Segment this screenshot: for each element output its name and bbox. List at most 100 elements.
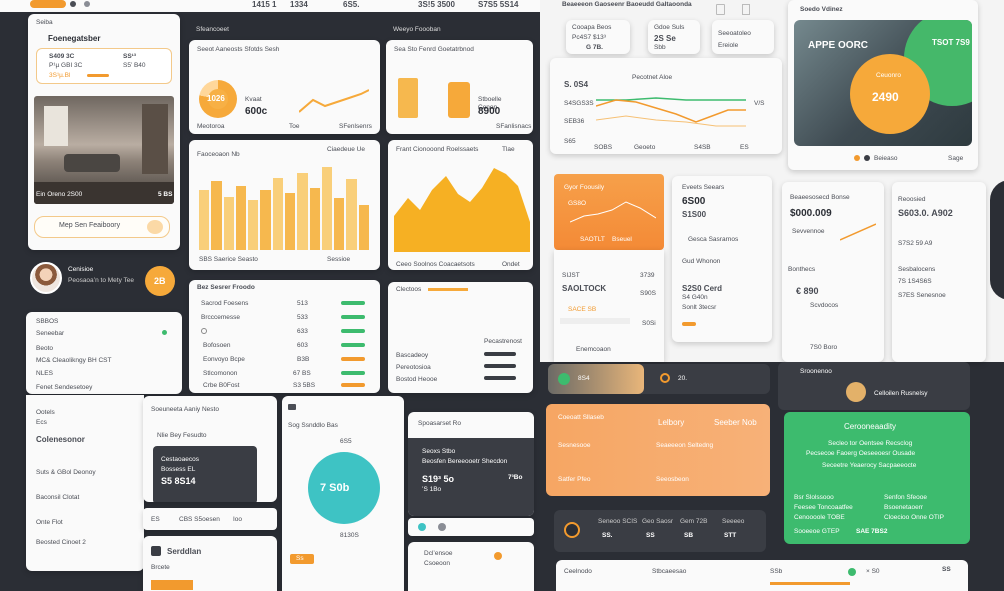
area-chart[interactable] <box>394 160 530 252</box>
orange-list-card: SIJST 3739 SAOLTOCK S90S SACE SB S0Si En… <box>554 250 664 362</box>
footer-label-3: SSb <box>770 568 783 575</box>
chip-row: ES CBS S5oesen Ioo <box>143 508 277 530</box>
orange-summary-2: Lelbory <box>658 418 685 427</box>
donut-card-title: Seeot Aaneosts Sfotds Sesh <box>197 46 280 53</box>
lower-item-6[interactable]: Beosted Cinoet 2 <box>36 539 86 546</box>
chip-1[interactable]: ES <box>151 516 160 523</box>
list-item-1[interactable]: Seneebar <box>36 330 64 337</box>
table-row-5-label: Stlcomonon <box>203 370 238 377</box>
stack-val-3: 8900 <box>478 106 501 117</box>
line-chart-right: V/S <box>754 100 765 107</box>
bar-card-right: Ciaedeue Ue <box>327 146 365 153</box>
profile-badge[interactable]: 2B <box>145 266 175 296</box>
top-dark-bar-value-1: 8S4 <box>578 375 590 382</box>
top-value-4: 3S!5 3500 <box>418 0 455 9</box>
edge-curve <box>990 180 1004 300</box>
chip-3[interactable]: Ioo <box>233 516 242 523</box>
list-item-5[interactable]: Fenet Sendesetoey <box>36 384 92 391</box>
header-icon[interactable] <box>716 4 725 15</box>
bookmark-icon[interactable] <box>742 4 750 15</box>
hero-value: TSOT 7S9 <box>932 38 970 47</box>
stat-1-c: 3S¹µ.Bl <box>49 72 71 79</box>
progress-table-card: Bez Sesrer Froodo Sacrod Foesens 513 Brc… <box>189 280 380 393</box>
tile-1-extra: G 7B. <box>586 44 603 51</box>
summary-s1: ’S 1Bo <box>422 486 442 493</box>
orange-card-sub-2: Bseuel <box>612 236 632 243</box>
orange-dot-icon[interactable] <box>494 552 502 560</box>
bar-11 <box>321 167 333 250</box>
left-lower-card: Ootels Ecs Colenesonor Suts & GBol Deono… <box>26 395 144 571</box>
donut-value: 1026 <box>207 94 225 103</box>
stat-1-a: S409 3C <box>49 53 75 60</box>
card-head-small: Seiba <box>36 19 53 26</box>
orange-summary-7: Seeosbeon <box>656 476 689 483</box>
reserved-d: S7ES Senesnoe <box>898 292 946 299</box>
stack-chart[interactable] <box>398 78 418 118</box>
stat-1-b: P¹µ GBI 3C <box>49 62 83 69</box>
orange-summary-4: Sesnesooe <box>558 442 591 449</box>
top-dark-bar-value-2: 20. <box>678 375 688 382</box>
chip-2[interactable]: CBS S5oesen <box>179 516 220 523</box>
tile-3[interactable]: Seeoatoleo Ereiole <box>712 20 774 54</box>
tile-3-value: Ereiole <box>718 42 739 49</box>
events-bar <box>682 322 696 326</box>
bar-chart[interactable] <box>199 164 369 250</box>
list-item-2[interactable]: Beoto <box>36 345 53 352</box>
stack-card-title: Sea Sto Fenrd Goetatrbnod <box>394 46 474 53</box>
location-pill[interactable]: Mep Sen Feaiboory <box>34 216 170 238</box>
metrics-icon <box>564 522 580 538</box>
orange-summary-1: Coeoatt Sllaseb <box>558 414 604 421</box>
teal-gauge[interactable]: 7 S0b <box>308 452 380 524</box>
avatar[interactable] <box>30 262 62 294</box>
right-dark-bar[interactable]: Sroonenoo Celloilen Rusnelsy <box>778 362 970 410</box>
reserved-c: 7S 1S4S6S <box>898 278 932 285</box>
reserved-card: Reoosied S603.0. A902 S7S2 59 A9 Sesbalo… <box>892 182 986 362</box>
reserved-title: Reoosied <box>898 196 926 203</box>
green-card-g: Sooeeoe GTEP <box>794 528 840 535</box>
orange-summary-5: Seaeeeon Seltedng <box>656 442 714 449</box>
radio-icon[interactable] <box>201 328 207 334</box>
bottom-footer-bar: Ceelnodo Stbcaeesao SSb × S0 SS <box>556 560 968 591</box>
lower-item-4[interactable]: Baconsil Clotat <box>36 494 79 501</box>
green-card-d: Bsoenetaoerr <box>884 504 924 511</box>
lower-item-5[interactable]: Onte Flot <box>36 519 63 526</box>
lower-item-1[interactable]: Ootels <box>36 409 55 416</box>
events-sub: Gesca Sasrarnos <box>688 236 739 243</box>
activity-title: Clectoos <box>396 286 422 293</box>
lower-item-3[interactable]: Suts & GBol Deonoy <box>36 469 96 476</box>
tile-1[interactable]: Cooapa Beos Pc4S7 $13³ G 7B. <box>566 20 630 54</box>
top-dark-bar[interactable]: 8S4 20. <box>548 364 770 394</box>
tile-2-label: Gdoe Suls <box>654 24 685 31</box>
tile-2[interactable]: Gdoe Suls 2S Se Sbb <box>648 20 700 54</box>
hero-panel[interactable]: APPE OORC TSOT 7S9 Ceuonro 2490 <box>794 20 972 146</box>
right-panel-title: Beaeeeon Gaoseenr Baoeudd Galtaoonda <box>562 1 692 8</box>
metric-value-3: SB <box>684 532 694 539</box>
line-chart-label-4: S65 <box>564 138 576 145</box>
top-value-1: 1415 1 <box>252 0 277 9</box>
donut-foot-3: SFenlsenrs <box>339 123 372 130</box>
balance-value: $000.009 <box>790 208 832 219</box>
list-item-4[interactable]: NLES <box>36 370 53 377</box>
orange-stats-card[interactable]: Gyor Foousily GS8O SAOTLT Bseuel <box>554 174 664 250</box>
table-row-7-bar <box>341 383 365 387</box>
table-row-6-bar <box>341 371 365 375</box>
lower-item-2[interactable]: Ecs <box>36 419 47 426</box>
property-photo[interactable] <box>34 96 174 204</box>
location-pill-icon[interactable] <box>147 220 163 234</box>
list-item-3[interactable]: MC& Cleaolikngy BH CST <box>36 357 112 364</box>
location-pill-label: Mep Sen Feaiboory <box>59 222 121 229</box>
line-chart-card: Pecotnet Aloe S. 0S4 S4SGS3S SEB36 S65 V… <box>550 58 782 154</box>
top-chip[interactable] <box>30 0 66 8</box>
gauge-button[interactable]: Ss <box>290 554 314 564</box>
stat-2-b: S5’ B40 <box>123 62 146 69</box>
line-chart[interactable] <box>596 86 752 136</box>
footer-label-4: × S0 <box>866 568 880 575</box>
dark-stat-box[interactable]: Cestaoaecos Bossess EL S5 8S14 <box>153 446 257 502</box>
stack-chart-2[interactable] <box>448 82 470 118</box>
orange-summary-card[interactable]: Coeoatt Sllaseb Lelbory Seeber Nob Sesne… <box>546 404 770 496</box>
green-card[interactable]: Cerooneaadity Secleo tor Oentsee Recsclo… <box>784 412 970 544</box>
close-icon[interactable] <box>84 1 90 7</box>
metric-value-1: SS. <box>602 532 613 539</box>
property-title: Foenegatsber <box>48 34 101 43</box>
trend-line <box>299 89 369 113</box>
